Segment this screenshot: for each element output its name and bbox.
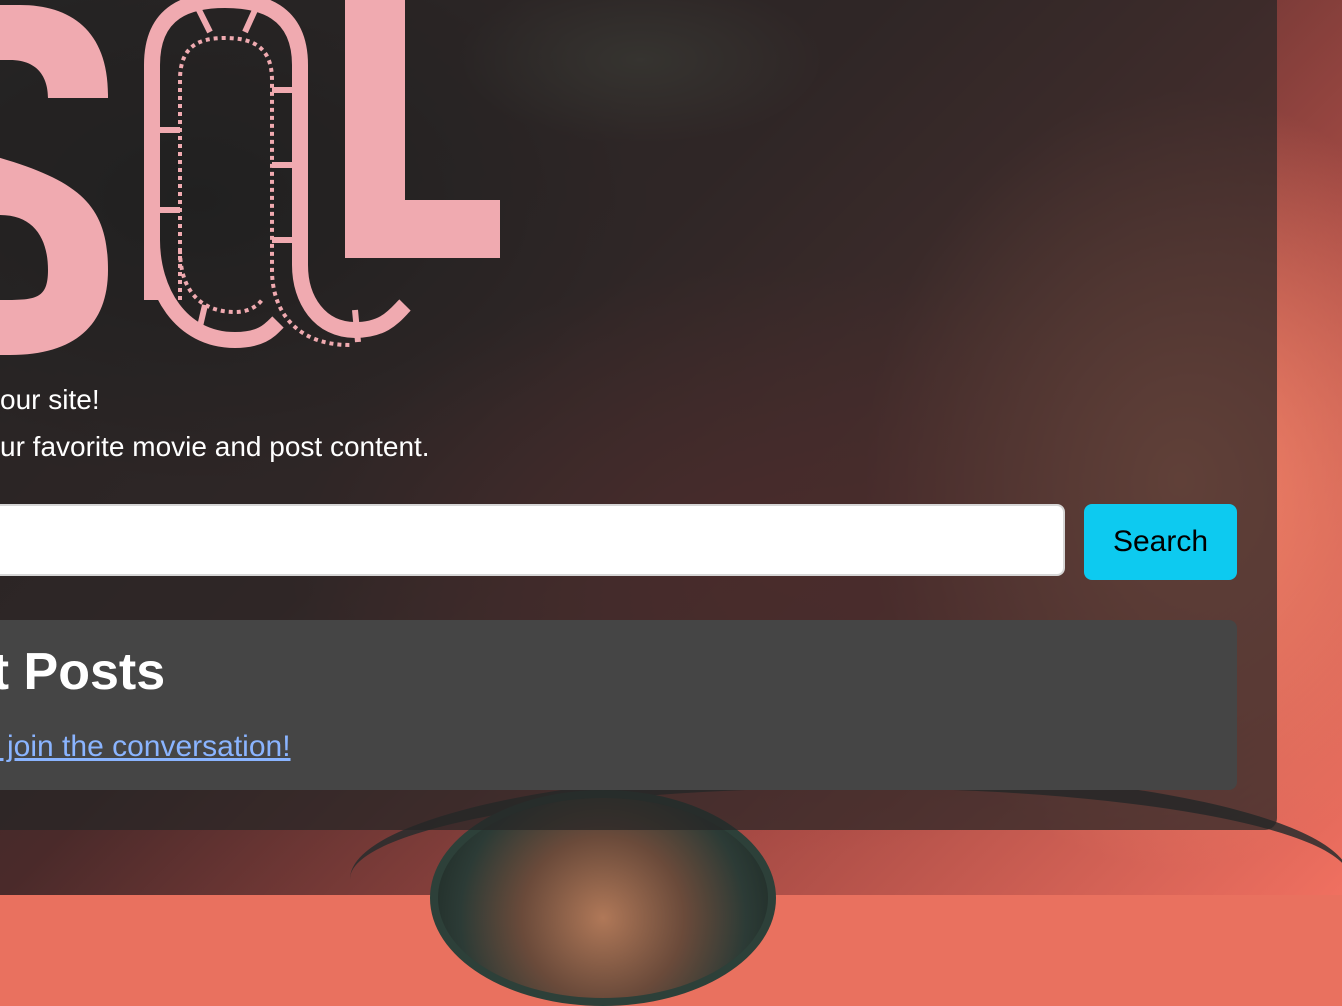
logo-letter-l (345, 0, 500, 258)
recent-posts-card (0, 620, 1237, 790)
logo-letter-s (0, 5, 108, 355)
site-logo (0, 0, 500, 355)
recent-posts-title: nt Posts (0, 643, 166, 701)
join-conversation-link[interactable]: o join the conversation! (0, 730, 291, 764)
tagline-instructions: ur favorite movie and post content. (0, 431, 430, 462)
search-input[interactable] (0, 504, 1065, 576)
search-button[interactable]: Search (1084, 504, 1237, 580)
tagline-welcome: our site! (0, 384, 100, 415)
